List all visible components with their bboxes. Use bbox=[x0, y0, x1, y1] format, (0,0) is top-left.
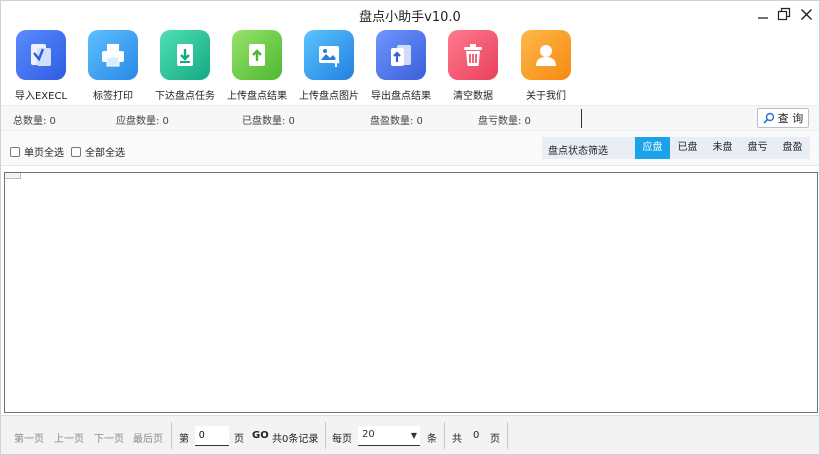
minimize-button[interactable] bbox=[753, 4, 773, 24]
close-icon bbox=[800, 8, 812, 20]
upload-result-icon bbox=[232, 30, 282, 80]
next-page-button[interactable]: 下一页 bbox=[94, 430, 124, 445]
upload-result-button[interactable]: 上传盘点结果 bbox=[222, 30, 292, 102]
filter-tab-loss[interactable]: 盘亏 bbox=[740, 137, 775, 159]
search-icon bbox=[763, 112, 774, 124]
page-size-value: 20 bbox=[362, 429, 375, 440]
last-page-button[interactable]: 最后页 bbox=[133, 430, 163, 445]
page-size-select[interactable]: 20 ▼ bbox=[358, 426, 420, 446]
minimize-icon bbox=[758, 17, 768, 19]
divider bbox=[507, 422, 508, 449]
chevron-down-icon: ▼ bbox=[410, 431, 417, 440]
close-button[interactable] bbox=[796, 4, 816, 24]
checkbox-box bbox=[10, 146, 20, 157]
unit-label: 条 bbox=[427, 434, 437, 445]
search-input[interactable] bbox=[581, 109, 753, 128]
due-count: 应盘数量: 0 bbox=[116, 116, 169, 127]
window-title: 盘点小助手v10.0 bbox=[359, 10, 461, 25]
selection-bar: 单页全选 全部全选 盘点状态筛选 应盘 已盘 未盘 盘亏 盘盈 bbox=[1, 132, 819, 166]
total-pages-suffix: 页 bbox=[490, 434, 500, 445]
filter-tab-surplus[interactable]: 盘盈 bbox=[775, 137, 810, 159]
import-excel-button[interactable]: 导入EXECL bbox=[6, 30, 76, 102]
first-page-button[interactable]: 第一页 bbox=[14, 430, 44, 445]
pagination-bar: 第一页 上一页 下一页 最后页 第 页 GO 共0条记录 每页 20 ▼ 条 共… bbox=[1, 415, 819, 454]
download-task-icon bbox=[160, 30, 210, 80]
total-count: 总数量: 0 bbox=[13, 116, 56, 127]
total-pages-value: 0 bbox=[473, 430, 480, 441]
about-us-label: 关于我们 bbox=[526, 91, 566, 102]
clear-data-button[interactable]: 清空数据 bbox=[438, 30, 508, 102]
import-excel-icon bbox=[16, 30, 66, 80]
go-button[interactable]: GO bbox=[252, 430, 269, 441]
label-print-button[interactable]: 标签打印 bbox=[78, 30, 148, 102]
printer-icon bbox=[88, 30, 138, 80]
upload-image-icon bbox=[304, 30, 354, 80]
grid-corner-header[interactable] bbox=[5, 173, 21, 179]
restore-icon bbox=[777, 7, 791, 21]
records-count: 共0条记录 bbox=[272, 434, 319, 445]
about-us-button[interactable]: 关于我们 bbox=[511, 30, 581, 102]
filter-tab-done[interactable]: 已盘 bbox=[670, 137, 705, 159]
filter-tab-due[interactable]: 应盘 bbox=[635, 137, 670, 159]
export-result-button[interactable]: 导出盘点结果 bbox=[366, 30, 436, 102]
toolbar: 导入EXECL 标签打印 下达盘点任务 上传盘点结果 上传盘点图片 导出盘点结果… bbox=[1, 27, 819, 103]
page-prefix: 第 bbox=[179, 434, 189, 445]
per-page-label: 每页 bbox=[332, 434, 352, 445]
app-window: 盘点小助手v10.0 导入EXECL 标签打印 下达盘点任务 上传盘点结果 上传… bbox=[0, 0, 820, 455]
user-icon bbox=[521, 30, 571, 80]
select-page-checkbox[interactable]: 单页全选 bbox=[10, 144, 64, 159]
prev-page-button[interactable]: 上一页 bbox=[54, 430, 84, 445]
page-number-input[interactable] bbox=[195, 426, 229, 446]
checkbox-box bbox=[71, 146, 81, 157]
issue-task-button[interactable]: 下达盘点任务 bbox=[150, 30, 220, 102]
select-all-checkbox[interactable]: 全部全选 bbox=[71, 144, 125, 159]
filter-tab-pending[interactable]: 未盘 bbox=[705, 137, 740, 159]
divider bbox=[325, 422, 326, 449]
select-all-label: 全部全选 bbox=[85, 148, 125, 159]
page-suffix: 页 bbox=[234, 434, 244, 445]
query-button[interactable]: 查 询 bbox=[757, 108, 809, 128]
status-filter: 盘点状态筛选 应盘 已盘 未盘 盘亏 盘盈 bbox=[542, 137, 810, 159]
divider bbox=[444, 422, 445, 449]
done-count: 已盘数量: 0 bbox=[242, 116, 295, 127]
stats-bar: 总数量: 0 应盘数量: 0 已盘数量: 0 盘盈数量: 0 盘亏数量: 0 查… bbox=[1, 105, 819, 131]
status-filter-label: 盘点状态筛选 bbox=[548, 146, 608, 157]
maximize-button[interactable] bbox=[774, 4, 794, 24]
export-result-icon bbox=[376, 30, 426, 80]
loss-count: 盘亏数量: 0 bbox=[478, 116, 531, 127]
upload-image-button[interactable]: 上传盘点图片 bbox=[294, 30, 364, 102]
trash-icon bbox=[448, 30, 498, 80]
title-bar: 盘点小助手v10.0 bbox=[1, 1, 819, 27]
surplus-count: 盘盈数量: 0 bbox=[370, 116, 423, 127]
total-pages-prefix: 共 bbox=[452, 434, 462, 445]
divider bbox=[171, 422, 172, 449]
query-button-label: 查 询 bbox=[777, 112, 804, 125]
select-page-label: 单页全选 bbox=[24, 148, 64, 159]
data-grid[interactable] bbox=[4, 172, 818, 413]
